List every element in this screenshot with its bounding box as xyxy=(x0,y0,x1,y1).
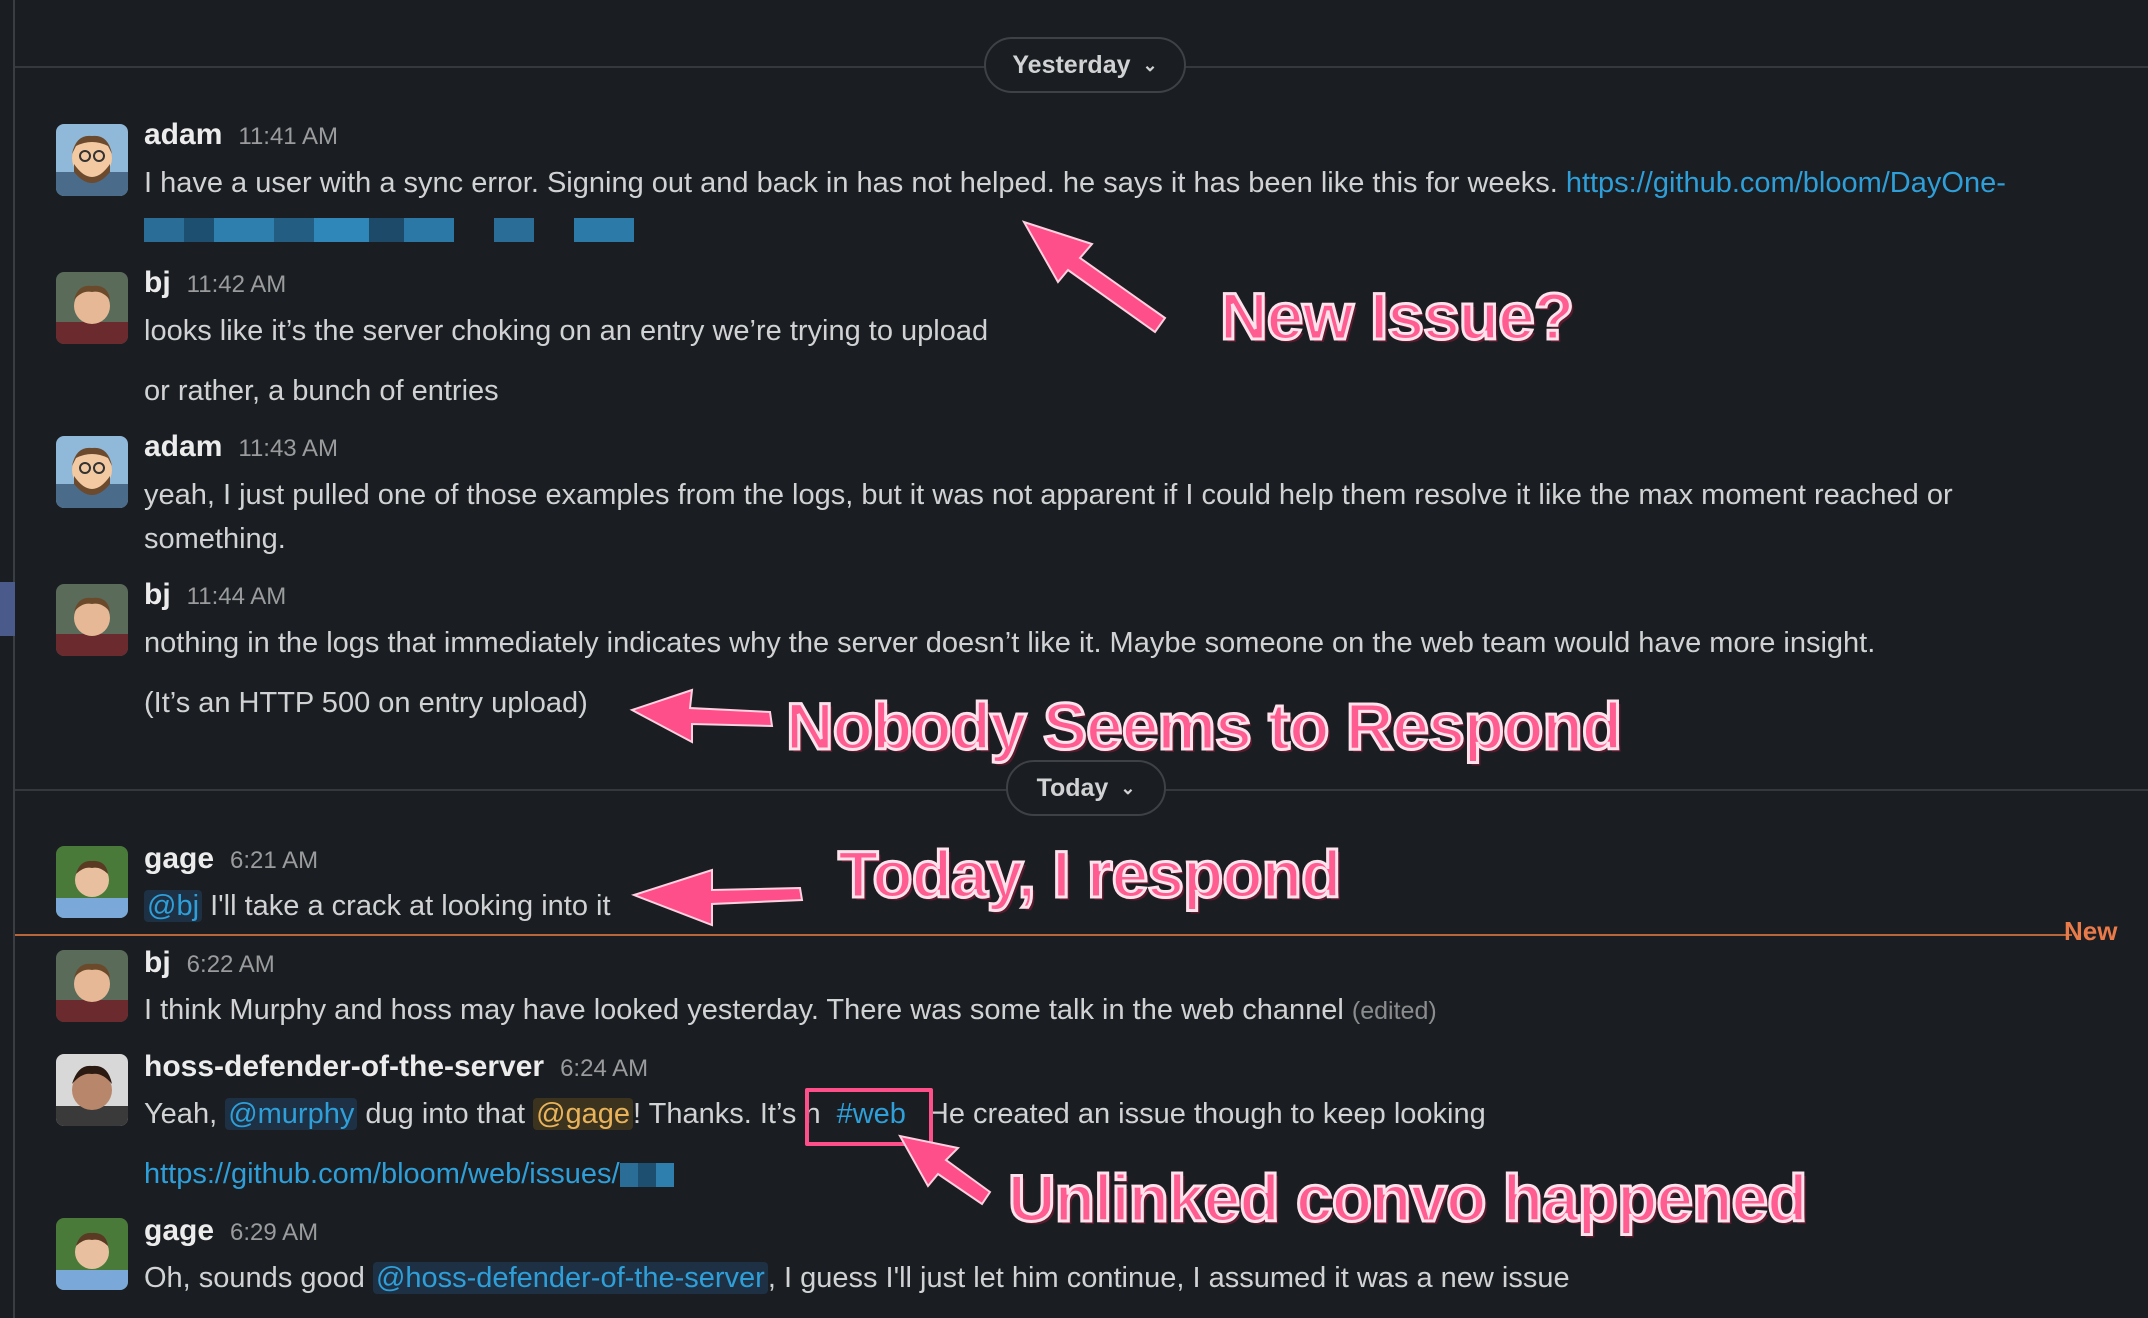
avatar-image xyxy=(56,846,128,918)
timestamp[interactable]: 11:44 AM xyxy=(187,583,287,611)
username[interactable]: adam xyxy=(144,430,222,464)
message-body: ! Thanks. It’s xyxy=(633,1098,805,1130)
highlight-box xyxy=(805,1088,933,1146)
message-body: I think Murphy and hoss may have looked … xyxy=(144,994,1352,1026)
redacted-link-continuation[interactable] xyxy=(144,218,634,242)
avatar-image xyxy=(56,1218,128,1290)
avatar-gage[interactable] xyxy=(56,1218,128,1290)
message-body: I have a user with a sync error. Signing… xyxy=(144,167,1566,199)
message-text: looks like it’s the server choking on an… xyxy=(144,315,989,347)
message-link[interactable]: https://github.com/bloom/DayOne- xyxy=(1566,167,2006,199)
message-text: nothing in the logs that immediately ind… xyxy=(144,627,1876,659)
username[interactable]: gage xyxy=(144,1214,214,1248)
timestamp[interactable]: 11:43 AM xyxy=(238,435,338,463)
avatar-gage[interactable] xyxy=(56,846,128,918)
edited-label: (edited) xyxy=(1351,997,1437,1025)
avatar-adam[interactable] xyxy=(56,124,128,196)
date-pill-label: Today xyxy=(1036,773,1109,802)
timestamp[interactable]: 11:42 AM xyxy=(187,271,287,299)
left-rail xyxy=(0,0,15,1318)
arrow-nobody xyxy=(629,688,774,744)
date-pill-yesterday[interactable]: Yesterday ⌄ xyxy=(984,37,1186,93)
message-header: bj 6:22 AM xyxy=(144,946,275,980)
annotation-new-issue: New Issue? xyxy=(1218,278,1575,355)
message-header: bj 11:44 AM xyxy=(144,578,286,612)
username[interactable]: bj xyxy=(144,266,171,300)
message-body: Oh, sounds good xyxy=(144,1262,373,1294)
message-header: gage 6:21 AM xyxy=(144,842,318,876)
user-mention[interactable]: @murphy xyxy=(225,1098,358,1130)
arrow-unlinked xyxy=(898,1134,992,1206)
arrow-today xyxy=(630,868,804,927)
message-text: https://github.com/bloom/web/issues/ xyxy=(144,1152,674,1196)
message-text: Oh, sounds good @hoss-defender-of-the-se… xyxy=(144,1256,1570,1300)
redacted-link-part xyxy=(619,1163,674,1188)
avatar-image xyxy=(56,124,128,196)
annotation-nobody-responds: Nobody Seems to Respond xyxy=(784,688,1623,765)
timestamp[interactable]: 6:22 AM xyxy=(187,951,275,979)
new-messages-label: New xyxy=(2064,916,2118,946)
message-header: bj 11:42 AM xyxy=(144,266,286,300)
avatar-image xyxy=(56,584,128,656)
username[interactable]: hoss-defender-of-the-server xyxy=(144,1050,544,1084)
avatar-adam[interactable] xyxy=(56,436,128,508)
message-header: gage 6:29 AM xyxy=(144,1214,318,1248)
avatar-hoss[interactable] xyxy=(56,1054,128,1126)
chevron-down-icon: ⌄ xyxy=(1120,777,1136,798)
avatar-image xyxy=(56,272,128,344)
message-text: @bj I'll take a crack at looking into it xyxy=(144,884,611,928)
timestamp[interactable]: 6:21 AM xyxy=(230,847,318,875)
timestamp[interactable]: 6:29 AM xyxy=(230,1219,318,1247)
message-body: He created an issue though to keep looki… xyxy=(927,1098,1486,1130)
message-header: hoss-defender-of-the-server 6:24 AM xyxy=(144,1050,648,1084)
arrow-new-issue xyxy=(1021,220,1167,334)
timestamp[interactable]: 11:41 AM xyxy=(238,123,338,151)
avatar-image xyxy=(56,436,128,508)
user-mention-self[interactable]: @gage xyxy=(533,1098,634,1130)
message-text: yeah, I just pulled one of those example… xyxy=(144,479,1953,511)
avatar-bj[interactable] xyxy=(56,272,128,344)
message-link[interactable]: https://github.com/bloom/web/issues/ xyxy=(144,1158,620,1190)
user-mention[interactable]: @bj xyxy=(144,890,203,922)
avatar-image xyxy=(56,1054,128,1126)
message-header: adam 11:41 AM xyxy=(144,118,338,152)
user-mention[interactable]: @hoss-defender-of-the-server xyxy=(372,1262,768,1294)
message-header: adam 11:43 AM xyxy=(144,430,338,464)
avatar-bj[interactable] xyxy=(56,584,128,656)
timestamp[interactable]: 6:24 AM xyxy=(560,1055,648,1083)
message-body: dug into that xyxy=(357,1098,534,1130)
username[interactable]: bj xyxy=(144,946,171,980)
date-pill-label: Yesterday xyxy=(1012,50,1131,79)
message-body: I'll take a crack at looking into it xyxy=(202,890,611,922)
message-body: , I guess I'll just let him continue, I … xyxy=(767,1262,1570,1294)
message-text: or rather, a bunch of entries xyxy=(144,375,499,407)
annotation-unlinked-convo: Unlinked convo happened xyxy=(1006,1160,1808,1237)
message-text: something. xyxy=(144,523,286,555)
message-text: I think Murphy and hoss may have looked … xyxy=(144,988,1437,1033)
new-messages-line xyxy=(15,934,2072,936)
avatar-bj[interactable] xyxy=(56,950,128,1022)
avatar-image xyxy=(56,950,128,1022)
annotation-today-respond: Today, I respond xyxy=(836,836,1342,913)
message-text: I have a user with a sync error. Signing… xyxy=(144,161,2006,205)
chevron-down-icon: ⌄ xyxy=(1142,54,1158,75)
date-pill-today[interactable]: Today ⌄ xyxy=(1006,760,1166,816)
username[interactable]: gage xyxy=(144,842,214,876)
scroll-position-marker xyxy=(0,582,15,636)
username[interactable]: adam xyxy=(144,118,222,152)
username[interactable]: bj xyxy=(144,578,171,612)
message-text: (It’s an HTTP 500 on entry upload) xyxy=(144,687,588,719)
message-body: Yeah, xyxy=(144,1098,226,1130)
